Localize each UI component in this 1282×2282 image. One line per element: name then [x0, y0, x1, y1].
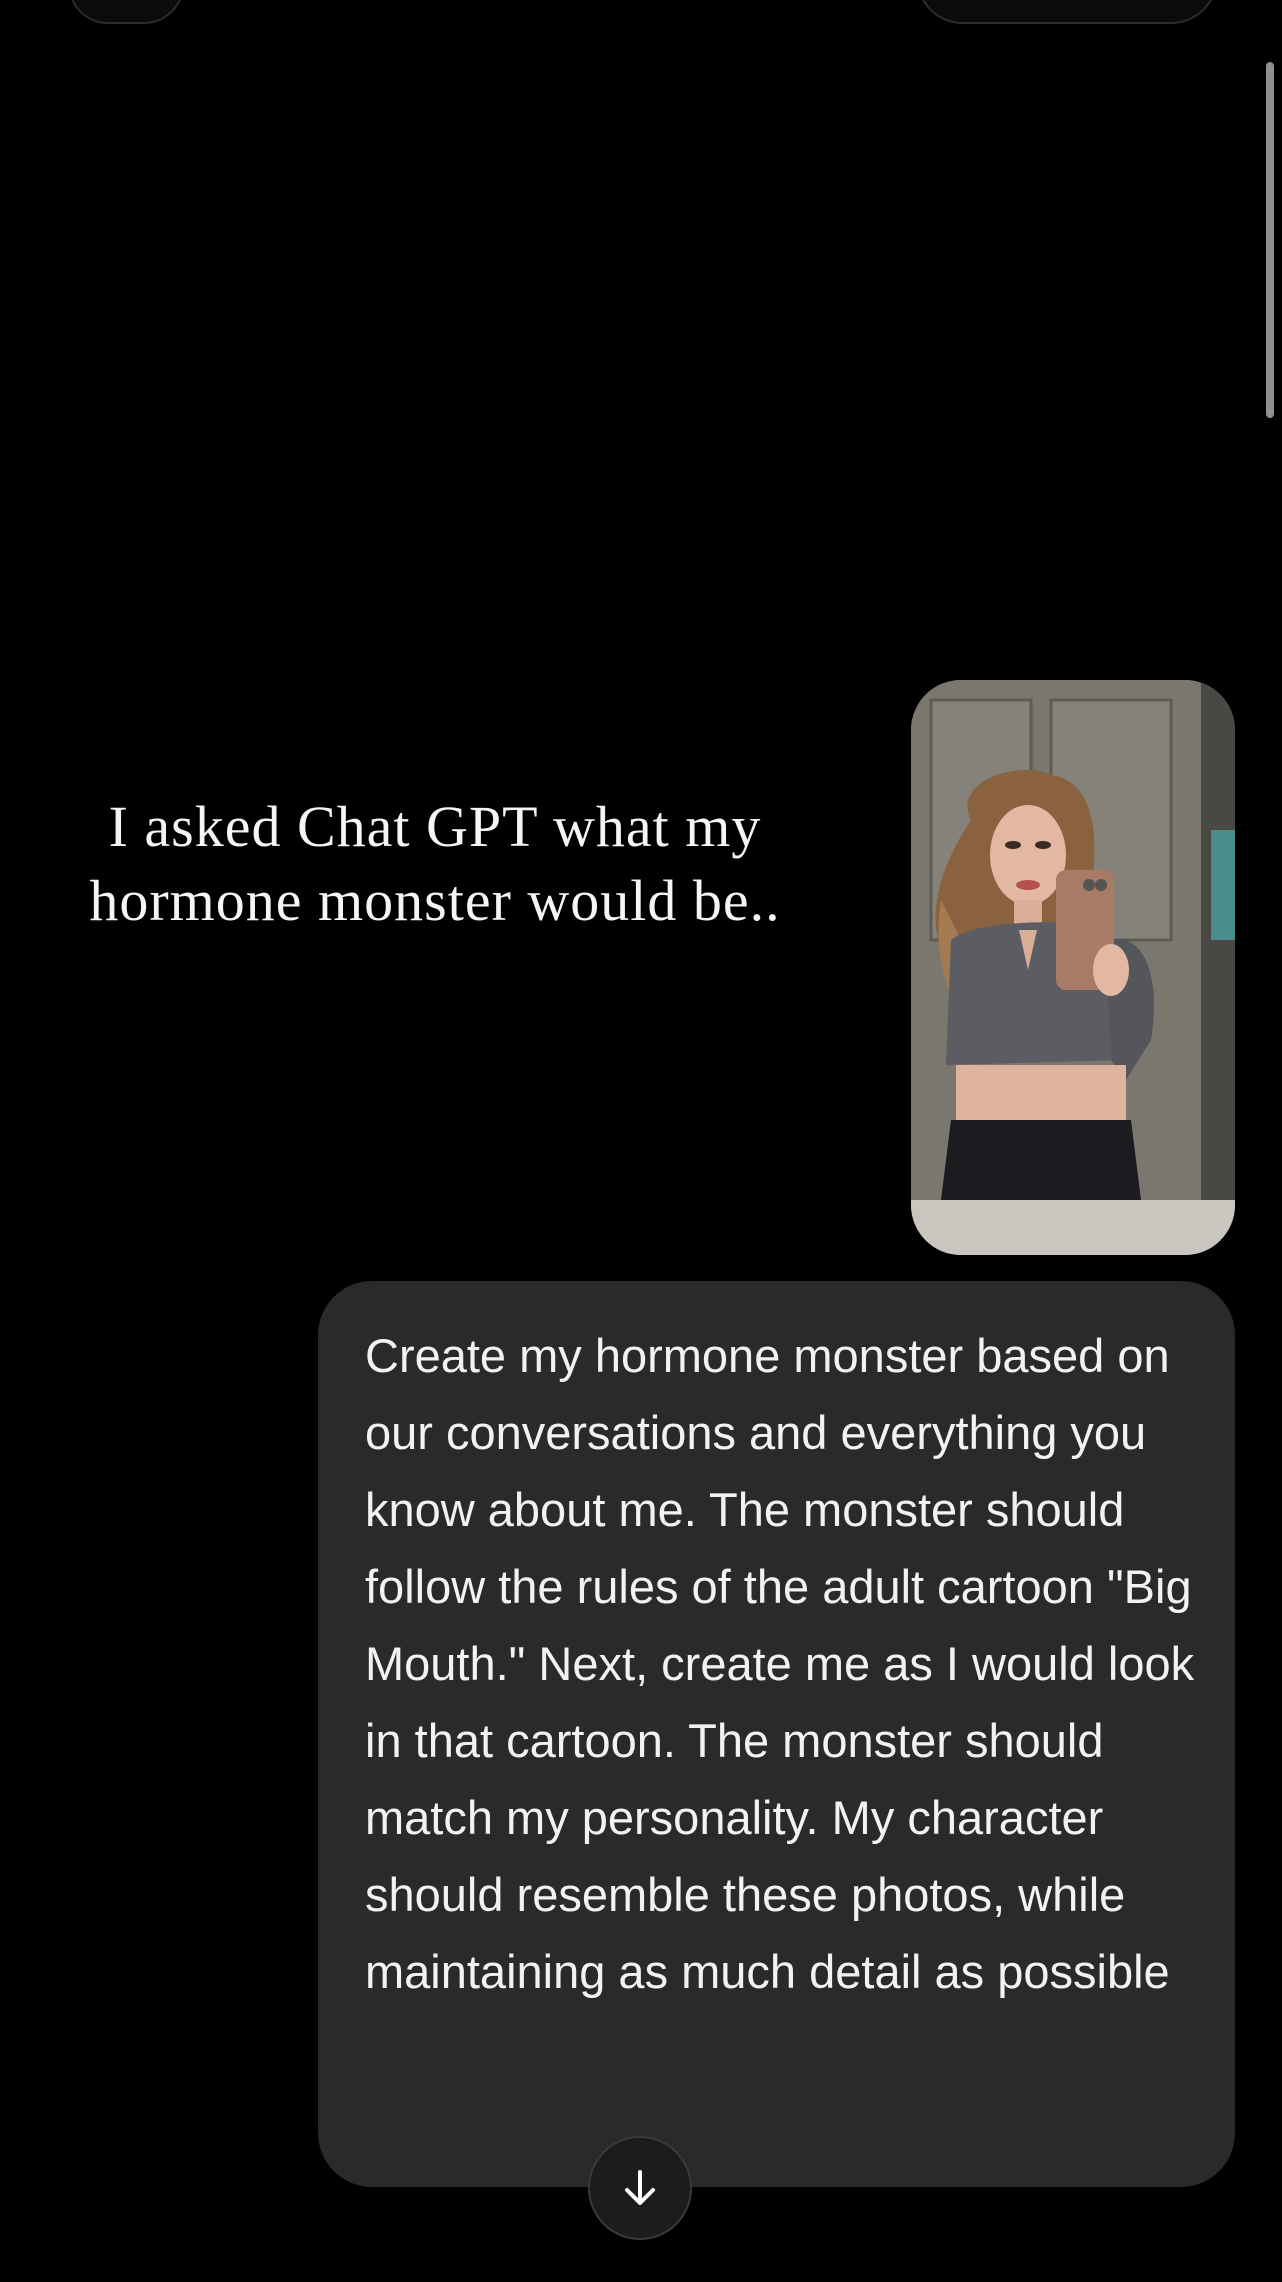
top-right-pill-button[interactable]	[916, 0, 1218, 24]
scrollbar[interactable]	[1266, 62, 1274, 418]
attached-photo-image	[911, 680, 1235, 1255]
user-message-text: Create my hormone monster based on our c…	[365, 1329, 1195, 1998]
arrow-down-icon	[625, 2170, 655, 2205]
scroll-to-bottom-button[interactable]	[588, 2136, 692, 2240]
user-message-bubble: Create my hormone monster based on our c…	[318, 1281, 1235, 2187]
overlay-caption: I asked Chat GPT what my hormone monster…	[89, 794, 781, 933]
attached-photo[interactable]	[911, 680, 1235, 1255]
top-left-button[interactable]	[68, 0, 184, 24]
